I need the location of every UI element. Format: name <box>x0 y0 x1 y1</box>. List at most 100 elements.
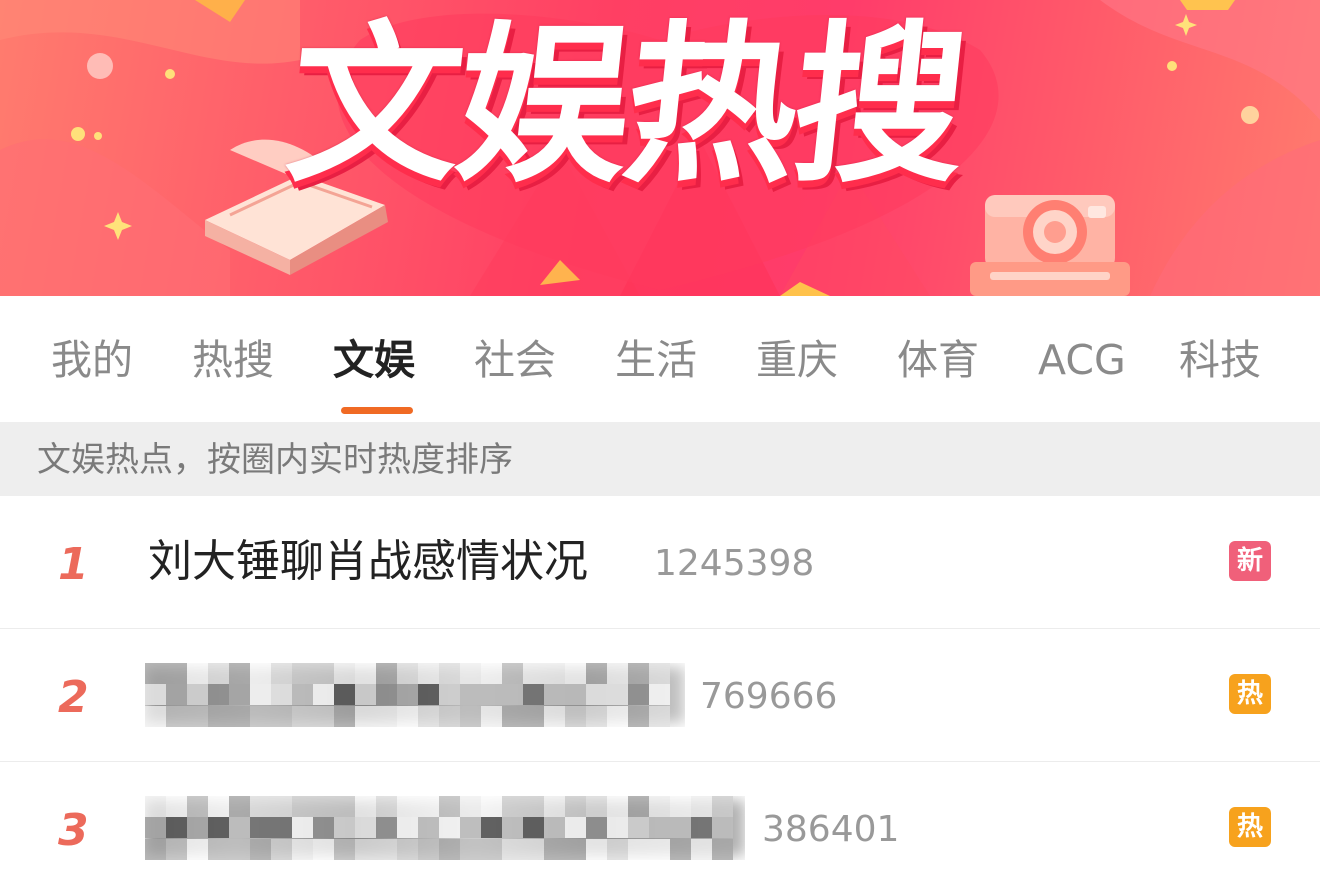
mosaic-cell <box>691 838 712 860</box>
list-item[interactable]: 3 386401 热 <box>0 762 1320 895</box>
mosaic-cell <box>208 796 229 817</box>
mosaic-cell <box>649 705 670 727</box>
mosaic-cell <box>502 838 523 860</box>
mosaic-cell <box>187 684 208 706</box>
mosaic-cell <box>208 817 229 839</box>
tab-hot-search[interactable]: 热搜 <box>192 332 274 388</box>
mosaic-cell <box>481 705 502 727</box>
banner: 文娱热搜 <box>0 0 1320 296</box>
mosaic-cell <box>292 663 313 684</box>
mosaic-cell <box>229 796 250 817</box>
mosaic-cell <box>607 684 628 706</box>
mosaic-cell <box>187 663 208 684</box>
mosaic-cell <box>670 817 691 839</box>
mosaic-cell <box>607 663 628 684</box>
mosaic-cell <box>376 838 397 860</box>
mosaic-cell <box>418 663 439 684</box>
topic-title-redacted[interactable] <box>145 663 685 727</box>
mosaic-cell <box>544 684 565 706</box>
mosaic-cell <box>523 796 544 817</box>
mosaic-cell <box>271 705 292 727</box>
list-item[interactable]: 2 769666 热 <box>0 629 1320 762</box>
mosaic-cell <box>292 796 313 817</box>
mosaic-cell <box>439 663 460 684</box>
mosaic-cell <box>334 705 355 727</box>
mosaic-cell <box>565 684 586 706</box>
mosaic-cell <box>187 838 208 860</box>
mosaic-cell <box>418 838 439 860</box>
mosaic-cell <box>166 663 187 684</box>
mosaic-cell <box>418 705 439 727</box>
mosaic-cell <box>565 817 586 839</box>
tab-entertainment[interactable]: 文娱 <box>333 332 415 388</box>
mosaic-cell <box>481 817 502 839</box>
topic-title-redacted[interactable] <box>145 796 745 860</box>
mosaic-cell <box>355 838 376 860</box>
mosaic-cell <box>691 796 712 817</box>
mosaic-cell <box>355 796 376 817</box>
mosaic-cell <box>460 796 481 817</box>
mosaic-cell <box>397 817 418 839</box>
mosaic-cell <box>313 684 334 706</box>
mosaic-cell <box>649 663 670 684</box>
mosaic-cell <box>649 796 670 817</box>
mosaic-cell <box>502 796 523 817</box>
mosaic-cell <box>313 796 334 817</box>
mosaic-cell <box>334 817 355 839</box>
mosaic-cell <box>460 705 481 727</box>
mosaic-cell <box>397 663 418 684</box>
tab-mine[interactable]: 我的 <box>51 332 133 388</box>
mosaic-cell <box>355 817 376 839</box>
mosaic-cell <box>418 684 439 706</box>
mosaic-cell <box>523 663 544 684</box>
mosaic-cell <box>376 796 397 817</box>
mosaic-cell <box>418 817 439 839</box>
mosaic-cell <box>607 705 628 727</box>
tab-chongqing[interactable]: 重庆 <box>756 332 838 388</box>
tab-life[interactable]: 生活 <box>615 332 697 388</box>
mosaic-cell <box>439 817 460 839</box>
tab-society[interactable]: 社会 <box>474 332 556 388</box>
mosaic-cell <box>628 838 649 860</box>
tab-tech[interactable]: 科技 <box>1179 332 1261 388</box>
mosaic-cell <box>292 817 313 839</box>
heat-count: 386401 <box>762 809 900 850</box>
list-item[interactable]: 1 刘大锤聊肖战感情状况 1245398 新 <box>0 496 1320 629</box>
mosaic-cell <box>460 684 481 706</box>
mosaic-cell <box>145 817 166 839</box>
mosaic-cell <box>565 838 586 860</box>
category-tabs: 我的 热搜 文娱 社会 生活 重庆 体育 ACG 科技 <box>0 296 1320 422</box>
tab-sports[interactable]: 体育 <box>897 332 979 388</box>
mosaic-cell <box>481 796 502 817</box>
mosaic-cell <box>271 796 292 817</box>
mosaic-cell <box>292 705 313 727</box>
mosaic-cell <box>166 684 187 706</box>
mosaic-cell <box>397 684 418 706</box>
mosaic-cell <box>565 663 586 684</box>
mosaic-cell <box>229 684 250 706</box>
mosaic-cell <box>712 838 733 860</box>
mosaic-cell <box>502 663 523 684</box>
rank-number: 3 <box>58 805 89 856</box>
mosaic-cell <box>628 796 649 817</box>
mosaic-cell <box>334 684 355 706</box>
mosaic-cell <box>313 663 334 684</box>
mosaic-cell <box>166 838 187 860</box>
mosaic-cell <box>145 796 166 817</box>
mosaic-cell <box>712 817 733 839</box>
mosaic-cell <box>376 817 397 839</box>
mosaic-cell <box>628 817 649 839</box>
mosaic-cell <box>523 817 544 839</box>
mosaic-cell <box>586 705 607 727</box>
tab-acg[interactable]: ACG <box>1038 332 1126 388</box>
mosaic-cell <box>502 705 523 727</box>
mosaic-cell <box>481 838 502 860</box>
mosaic-cell <box>628 684 649 706</box>
new-badge: 新 <box>1229 541 1271 581</box>
mosaic-cell <box>334 663 355 684</box>
mosaic-cell <box>376 705 397 727</box>
mosaic-cell <box>334 838 355 860</box>
mosaic-cell <box>271 838 292 860</box>
mosaic-cell <box>544 817 565 839</box>
topic-title[interactable]: 刘大锤聊肖战感情状况 <box>148 534 588 590</box>
